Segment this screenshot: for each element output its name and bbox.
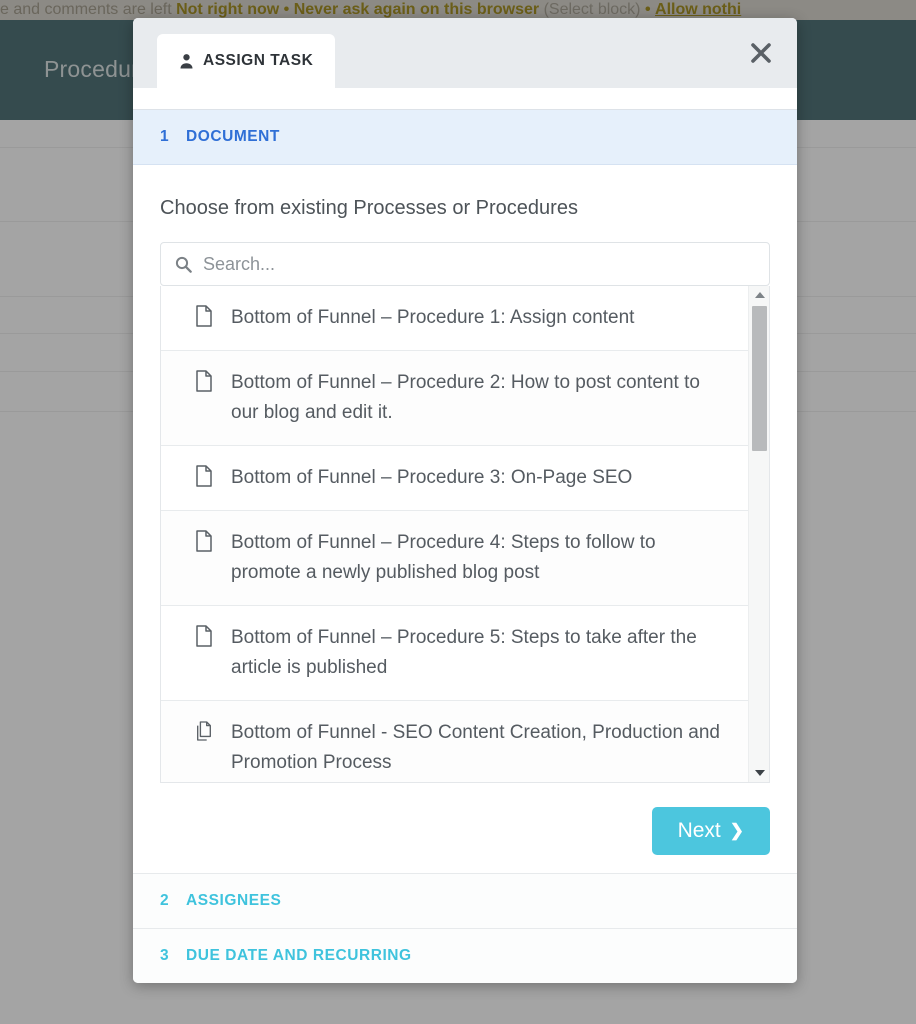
step-header-assignees[interactable]: 2 ASSIGNEES bbox=[133, 873, 797, 928]
cookie-banner-not-right-now[interactable]: Not right now bbox=[176, 1, 279, 18]
step-label-due-date: DUE DATE AND RECURRING bbox=[186, 947, 412, 964]
document-icon bbox=[196, 305, 212, 327]
step-number-1: 1 bbox=[160, 128, 170, 145]
document-icon bbox=[196, 625, 212, 647]
document-step-body: Choose from existing Processes or Proced… bbox=[133, 165, 797, 873]
cookie-banner-allow-nothing[interactable]: Allow nothi bbox=[655, 1, 741, 18]
cookie-banner-lead: e and comments are left bbox=[0, 1, 172, 18]
list-item-title: Bottom of Funnel – Procedure 4: Steps to… bbox=[231, 532, 656, 583]
scrollbar-thumb[interactable] bbox=[752, 306, 767, 451]
list-item-title: Bottom of Funnel – Procedure 3: On-Page … bbox=[231, 467, 633, 488]
document-icon bbox=[196, 530, 212, 552]
list-item[interactable]: Bottom of Funnel – Procedure 5: Steps to… bbox=[161, 606, 748, 701]
cookie-banner-hint: (Select block) bbox=[543, 1, 641, 18]
cookie-banner-separator-1: • bbox=[283, 1, 290, 18]
search-field-wrapper[interactable] bbox=[160, 242, 770, 286]
assign-task-modal: ASSIGN TASK 1 DOCUMENT Choose from exist… bbox=[133, 18, 797, 983]
document-list-scrollbar[interactable] bbox=[748, 286, 769, 782]
list-item-title: Bottom of Funnel – Procedure 5: Steps to… bbox=[231, 627, 697, 678]
document-icon bbox=[196, 465, 212, 487]
tab-assign-task[interactable]: ASSIGN TASK bbox=[157, 34, 336, 88]
cookie-banner-separator-2: • bbox=[644, 1, 651, 18]
list-item[interactable]: Bottom of Funnel – Procedure 1: Assign c… bbox=[161, 286, 748, 351]
step-header-document[interactable]: 1 DOCUMENT bbox=[133, 110, 797, 165]
cookie-consent-banner: e and comments are left Not right now • … bbox=[0, 0, 916, 20]
next-button[interactable]: Next ❯ bbox=[651, 807, 770, 855]
person-icon bbox=[179, 53, 194, 69]
list-item-title: Bottom of Funnel – Procedure 2: How to p… bbox=[231, 372, 700, 423]
page-root: e and comments are left Not right now • … bbox=[0, 0, 916, 1024]
document-list: Bottom of Funnel – Procedure 1: Assign c… bbox=[160, 286, 770, 783]
list-item-title: Bottom of Funnel – Procedure 1: Assign c… bbox=[231, 307, 635, 328]
tab-assign-task-label: ASSIGN TASK bbox=[203, 52, 314, 69]
next-button-bar: Next ❯ bbox=[160, 783, 770, 879]
step-header-due-date[interactable]: 3 DUE DATE AND RECURRING bbox=[133, 928, 797, 983]
search-input[interactable] bbox=[203, 253, 769, 275]
document-list-rows: Bottom of Funnel – Procedure 1: Assign c… bbox=[161, 286, 748, 782]
step-number-3: 3 bbox=[160, 947, 170, 964]
caret-down-icon[interactable] bbox=[749, 764, 769, 782]
close-icon[interactable] bbox=[745, 37, 777, 69]
modal-tab-underline bbox=[133, 88, 797, 110]
cookie-banner-never-ask-again[interactable]: Never ask again on this browser bbox=[294, 1, 539, 18]
list-item-title: Bottom of Funnel - SEO Content Creation,… bbox=[231, 722, 720, 773]
choose-instruction: Choose from existing Processes or Proced… bbox=[160, 197, 578, 219]
next-button-label: Next bbox=[677, 819, 721, 842]
caret-up-icon[interactable] bbox=[749, 286, 769, 304]
step-number-2: 2 bbox=[160, 892, 170, 909]
search-icon bbox=[161, 256, 192, 273]
modal-tab-bar: ASSIGN TASK bbox=[133, 18, 797, 88]
document-icon bbox=[196, 370, 212, 392]
list-item[interactable]: Bottom of Funnel - SEO Content Creation,… bbox=[161, 701, 748, 782]
list-item[interactable]: Bottom of Funnel – Procedure 4: Steps to… bbox=[161, 511, 748, 606]
step-label-document: DOCUMENT bbox=[186, 128, 280, 145]
documents-icon bbox=[197, 721, 211, 741]
step-label-assignees: ASSIGNEES bbox=[186, 892, 282, 909]
list-item[interactable]: Bottom of Funnel – Procedure 3: On-Page … bbox=[161, 446, 748, 511]
list-item[interactable]: Bottom of Funnel – Procedure 2: How to p… bbox=[161, 351, 748, 446]
chevron-right-icon: ❯ bbox=[729, 821, 744, 840]
